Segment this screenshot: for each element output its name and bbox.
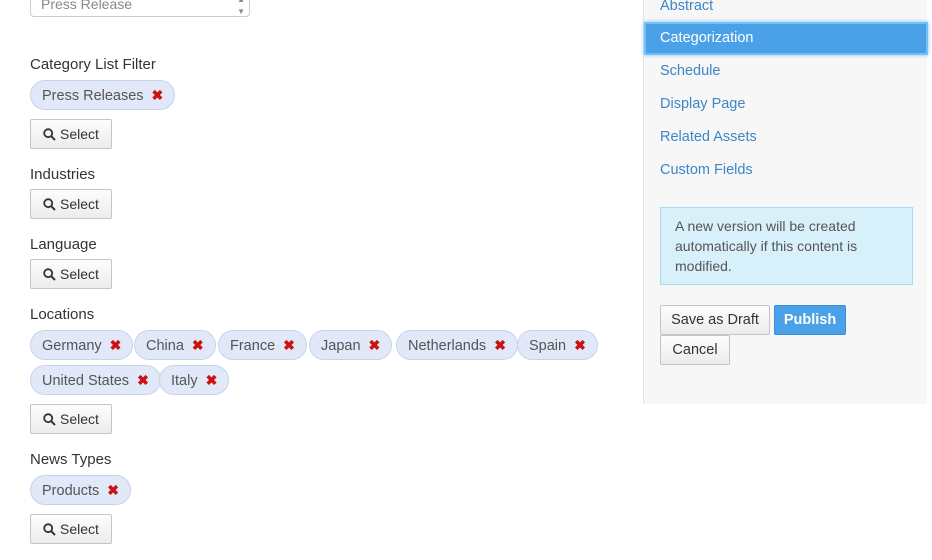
section-label: Language [30, 236, 97, 253]
tag-japan: Japan ✖ [309, 330, 393, 360]
search-icon [43, 198, 56, 211]
search-icon [43, 268, 56, 281]
tag-label: Japan [321, 338, 361, 354]
tag-netherlands: Netherlands ✖ [396, 330, 518, 360]
section-label: News Types [30, 451, 112, 468]
close-icon[interactable]: ✖ [494, 337, 506, 353]
tag-label: France [230, 338, 276, 354]
section-label: Category List Filter [30, 56, 156, 73]
search-icon [43, 523, 56, 536]
close-icon[interactable]: ✖ [206, 372, 218, 388]
language-section: Language [30, 235, 97, 255]
locations-section: Locations [30, 305, 94, 325]
section-label: Industries [30, 166, 96, 183]
locations-select-button[interactable]: Select [30, 404, 112, 434]
tag-label: Netherlands [408, 338, 487, 354]
tag-united-states: United States ✖ [30, 365, 161, 395]
tag-italy: Italy ✖ [159, 365, 230, 395]
section-label: Locations [30, 306, 95, 323]
news-types-select-button[interactable]: Select [30, 514, 112, 544]
close-icon[interactable]: ✖ [574, 337, 586, 353]
tag-spain: Spain ✖ [517, 330, 598, 360]
save-as-draft-button[interactable]: Save as Draft [660, 305, 770, 335]
tag-label: United States [42, 373, 130, 389]
tag-france: France ✖ [218, 330, 307, 360]
nav-abstract[interactable]: Abstract [644, 0, 928, 23]
tag-label: Press Releases [42, 88, 144, 104]
search-icon [43, 413, 56, 426]
tag-label: Products [42, 483, 100, 499]
select-label: Select [60, 411, 99, 427]
nav-display-page[interactable]: Display Page [644, 88, 928, 121]
content-type-value: Press Release [41, 0, 133, 12]
caret-icon: ▲▼ [237, 0, 245, 16]
tag-label: Germany [42, 338, 102, 354]
nav-related-assets[interactable]: Related Assets [644, 121, 928, 154]
nav-custom-fields[interactable]: Custom Fields [644, 154, 928, 187]
tag-germany: Germany ✖ [30, 330, 134, 360]
close-icon[interactable]: ✖ [152, 87, 164, 103]
content-type-select[interactable]: Press Release ▲▼ [30, 0, 250, 17]
select-label: Select [60, 266, 99, 282]
select-label: Select [60, 196, 99, 212]
tag-press-releases: Press Releases ✖ [30, 80, 176, 110]
sidebar: Abstract Categorization Schedule Display… [643, 0, 928, 404]
close-icon[interactable]: ✖ [110, 337, 122, 353]
select-label: Select [60, 126, 99, 142]
select-label: Select [60, 521, 99, 537]
close-icon[interactable]: ✖ [107, 482, 119, 498]
publish-button[interactable]: Publish [774, 305, 846, 335]
news-types-section: News Types [30, 450, 111, 470]
tag-label: Italy [171, 373, 198, 389]
category-list-filter-section: Category List Filter [30, 55, 156, 75]
tag-products: Products ✖ [30, 475, 131, 505]
tag-label: China [146, 338, 184, 354]
category-select-button[interactable]: Select [30, 119, 112, 149]
close-icon[interactable]: ✖ [369, 337, 381, 353]
search-icon [43, 128, 56, 141]
industries-select-button[interactable]: Select [30, 189, 112, 219]
close-icon[interactable]: ✖ [137, 372, 149, 388]
industries-section: Industries [30, 165, 95, 185]
close-icon[interactable]: ✖ [192, 337, 204, 353]
language-select-button[interactable]: Select [30, 259, 112, 289]
close-icon[interactable]: ✖ [283, 337, 295, 353]
version-info-alert: A new version will be created automatica… [660, 207, 913, 285]
tag-label: Spain [529, 338, 567, 354]
tag-china: China ✖ [134, 330, 216, 360]
nav-categorization[interactable]: Categorization [644, 22, 928, 55]
nav-schedule[interactable]: Schedule [644, 55, 928, 88]
cancel-button[interactable]: Cancel [660, 335, 730, 365]
